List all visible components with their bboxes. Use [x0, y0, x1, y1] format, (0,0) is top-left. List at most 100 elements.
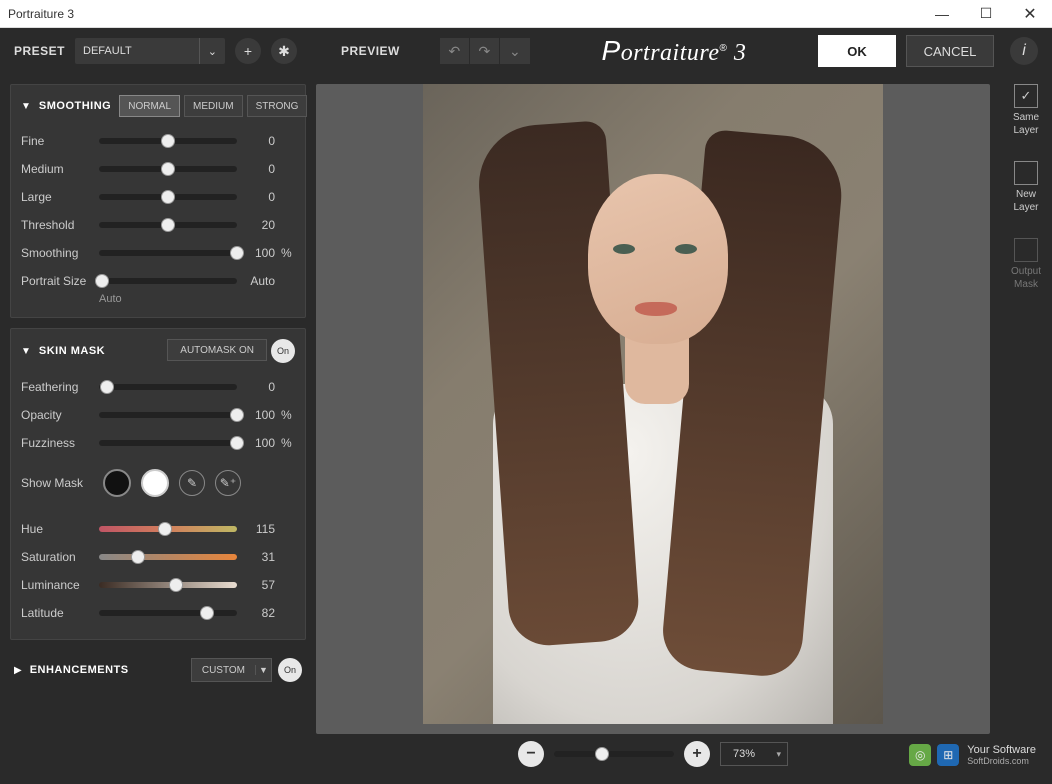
enhancements-section: ▶ ENHANCEMENTS CUSTOM ▼ On — [10, 650, 306, 690]
slider-value: 100 — [243, 436, 275, 450]
close-button[interactable]: ✕ — [1008, 0, 1052, 28]
eyedropper-icon: ✎ — [187, 476, 197, 490]
slider-thumb[interactable] — [169, 578, 183, 592]
slider-value: 20 — [243, 218, 275, 232]
smoothing-mode-strong[interactable]: STRONG — [247, 95, 308, 117]
slider-label: Smoothing — [21, 246, 93, 260]
enhancements-mode-value: CUSTOM — [192, 665, 255, 676]
slider-thumb[interactable] — [230, 246, 244, 260]
watermark-line2: SoftDroids.com — [967, 756, 1036, 766]
triangle-down-icon[interactable]: ▼ — [21, 101, 31, 112]
gear-icon: ✱ — [278, 43, 290, 60]
portrait-size-slider[interactable] — [99, 278, 237, 284]
window-title: Portraiture 3 — [8, 7, 74, 21]
slider-value: 0 — [243, 134, 275, 148]
preset-value: DEFAULT — [83, 45, 132, 57]
mask-white-swatch[interactable] — [141, 469, 169, 497]
saturation-slider[interactable] — [99, 554, 237, 560]
medium-slider[interactable] — [99, 166, 237, 172]
app-brand: Portraiture® 3 — [540, 35, 808, 67]
skinmask-on-toggle[interactable]: On — [271, 339, 295, 363]
smoothing-mode-normal[interactable]: NORMAL — [119, 95, 180, 117]
preset-label: PRESET — [14, 44, 65, 58]
chevron-down-icon: ▼ — [255, 665, 271, 675]
eyedropper-tool[interactable]: ✎ — [179, 470, 205, 496]
enhancements-on-toggle[interactable]: On — [278, 658, 302, 682]
triangle-down-icon[interactable]: ▼ — [21, 346, 31, 357]
preview-canvas[interactable] — [316, 84, 990, 734]
slider-value: 100 — [243, 408, 275, 422]
slider-thumb[interactable] — [100, 380, 114, 394]
slider-value: 100 — [243, 246, 275, 260]
zoom-out-button[interactable]: − — [518, 741, 544, 767]
fuzziness-slider[interactable] — [99, 440, 237, 446]
slider-thumb[interactable] — [95, 274, 109, 288]
add-preset-button[interactable]: + — [235, 38, 261, 64]
new-layer-button[interactable]: New Layer — [1013, 161, 1038, 214]
minus-icon: − — [526, 745, 535, 763]
slider-label: Latitude — [21, 606, 93, 620]
slider-thumb[interactable] — [131, 550, 145, 564]
slider-thumb[interactable] — [200, 606, 214, 620]
main-toolbar: PRESET DEFAULT ⌄ + ✱ PREVIEW ↶ ↷ ⌄ Portr… — [0, 28, 1052, 74]
preset-select[interactable]: DEFAULT ⌄ — [75, 38, 225, 64]
new-layer-label: New Layer — [1013, 189, 1038, 214]
smoothing-mode-medium[interactable]: MEDIUM — [184, 95, 243, 117]
zoom-slider[interactable] — [554, 751, 674, 757]
slider-thumb[interactable] — [161, 134, 175, 148]
show-mask-label: Show Mask — [21, 476, 93, 490]
luminance-slider[interactable] — [99, 582, 237, 588]
mask-black-swatch[interactable] — [103, 469, 131, 497]
undo-button[interactable]: ↶ — [440, 38, 470, 64]
slider-thumb[interactable] — [595, 747, 609, 761]
redo-button[interactable]: ↷ — [470, 38, 500, 64]
slider-value: Auto — [243, 274, 275, 288]
slider-thumb[interactable] — [230, 408, 244, 422]
slider-label: Luminance — [21, 578, 93, 592]
slider-thumb[interactable] — [158, 522, 172, 536]
smoothing-slider[interactable] — [99, 250, 237, 256]
checkbox-empty-icon — [1014, 161, 1038, 185]
slider-thumb[interactable] — [161, 218, 175, 232]
slider-label: Portrait Size — [21, 274, 93, 288]
same-layer-button[interactable]: ✓ Same Layer — [1013, 84, 1039, 137]
slider-thumb[interactable] — [161, 190, 175, 204]
cancel-button[interactable]: CANCEL — [906, 35, 994, 67]
slider-label: Medium — [21, 162, 93, 176]
windows-icon: ⊞ — [937, 744, 959, 766]
latitude-slider[interactable] — [99, 610, 237, 616]
history-dropdown-button[interactable]: ⌄ — [500, 38, 530, 64]
eyedropper-add-tool[interactable]: ✎⁺ — [215, 470, 241, 496]
opacity-slider[interactable] — [99, 412, 237, 418]
minimize-button[interactable]: — — [920, 0, 964, 28]
watermark: ◎ ⊞ Your Software SoftDroids.com — [909, 744, 1036, 766]
slider-label: Hue — [21, 522, 93, 536]
chevron-down-icon: ⌄ — [509, 43, 521, 60]
threshold-slider[interactable] — [99, 222, 237, 228]
slider-thumb[interactable] — [161, 162, 175, 176]
preview-label: PREVIEW — [341, 44, 400, 58]
large-slider[interactable] — [99, 194, 237, 200]
automask-button[interactable]: AUTOMASK ON — [167, 339, 267, 361]
slider-value: 82 — [243, 606, 275, 620]
slider-thumb[interactable] — [230, 436, 244, 450]
info-button[interactable]: i — [1010, 37, 1038, 65]
output-mask-button[interactable]: Output Mask — [1011, 238, 1041, 291]
preset-settings-button[interactable]: ✱ — [271, 38, 297, 64]
slider-value: 115 — [243, 522, 275, 536]
feathering-slider[interactable] — [99, 384, 237, 390]
fine-slider[interactable] — [99, 138, 237, 144]
hue-slider[interactable] — [99, 526, 237, 532]
left-panel: ▼ SMOOTHING NORMAL MEDIUM STRONG Fine0 M… — [0, 74, 316, 784]
slider-value: 31 — [243, 550, 275, 564]
slider-value: 0 — [243, 162, 275, 176]
ok-button[interactable]: OK — [818, 35, 896, 67]
triangle-right-icon[interactable]: ▶ — [14, 665, 22, 676]
eyedropper-plus-icon: ✎⁺ — [220, 476, 236, 490]
zoom-in-button[interactable]: + — [684, 741, 710, 767]
zoom-value-select[interactable]: 73% — [720, 742, 788, 766]
info-icon: i — [1022, 42, 1026, 60]
maximize-button[interactable]: ☐ — [964, 0, 1008, 28]
watermark-line1: Your Software — [967, 744, 1036, 756]
enhancements-mode-select[interactable]: CUSTOM ▼ — [191, 658, 272, 682]
